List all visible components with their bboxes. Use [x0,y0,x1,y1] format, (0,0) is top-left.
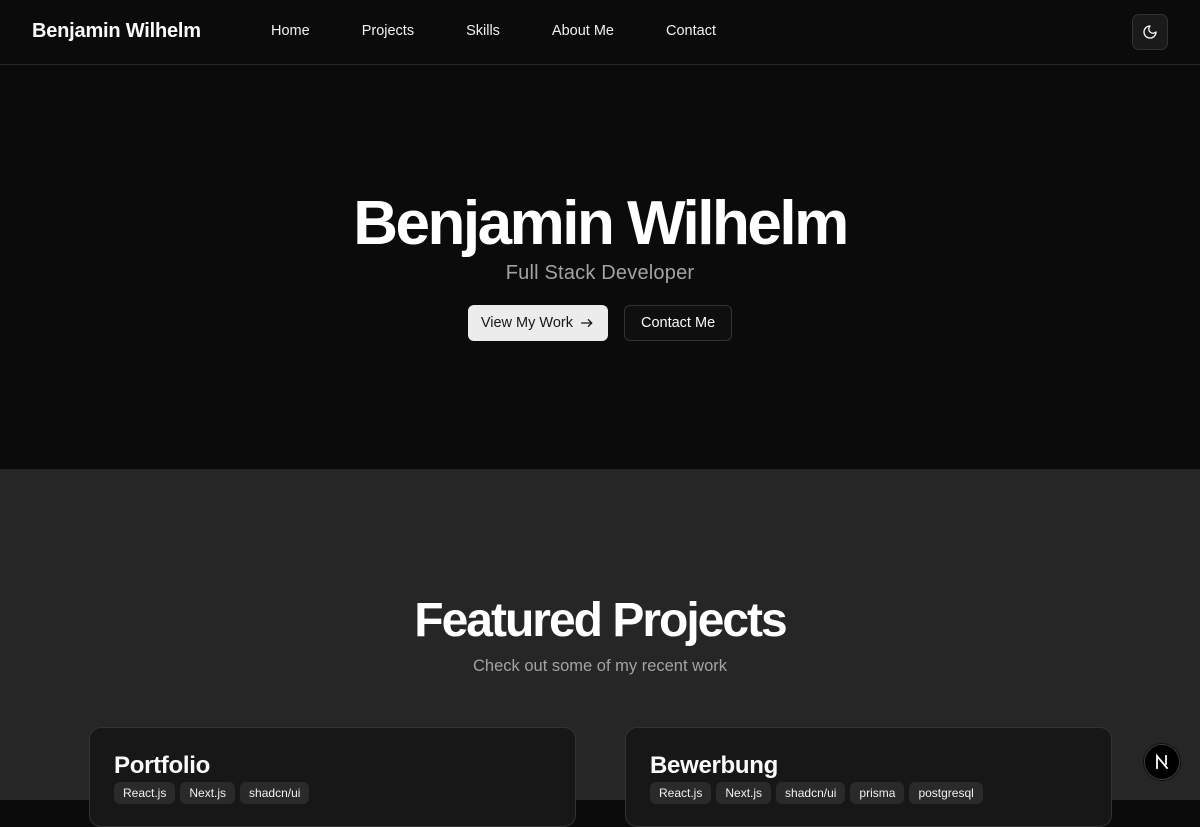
nav-link-skills[interactable]: Skills [466,23,500,39]
hero-subtitle: Full Stack Developer [505,262,695,284]
project-card-title: Bewerbung [650,752,778,779]
main-nav: Home Projects Skills About Me Contact [271,23,768,39]
view-my-work-label: View My Work [480,315,573,331]
project-tags: React.js Next.js shadcn/ui [114,782,310,804]
nav-link-home[interactable]: Home [271,23,310,39]
contact-me-button[interactable]: Contact Me [623,305,733,341]
nextjs-logo-icon [1156,753,1169,770]
tech-tag: shadcn/ui [240,782,310,804]
site-header: Benjamin Wilhelm Home Projects Skills Ab… [0,0,1200,65]
projects-title: Featured Projects [414,594,787,647]
tech-tag: prisma [850,782,905,804]
nav-link-projects[interactable]: Projects [362,23,414,39]
nextjs-dev-indicator[interactable] [1144,744,1180,780]
hero-section: Benjamin Wilhelm Full Stack Developer Vi… [0,65,1200,469]
hero-title: Benjamin Wilhelm [353,189,849,258]
arrow-right-icon [580,319,593,327]
tech-tag: React.js [650,782,712,804]
project-card-portfolio[interactable]: Portfolio React.js Next.js shadcn/ui [89,727,576,827]
project-card-title: Portfolio [114,752,210,779]
contact-me-label: Contact Me [640,315,716,331]
tech-tag: Next.js [716,782,772,804]
projects-section: Featured Projects Check out some of my r… [0,469,1200,827]
tech-tag: Next.js [180,782,236,804]
moon-icon [1143,25,1157,39]
brand-logo[interactable]: Benjamin Wilhelm [32,20,201,43]
project-tags: React.js Next.js shadcn/ui prisma postgr… [650,782,983,804]
nav-link-about[interactable]: About Me [552,23,614,39]
project-card-bewerbung[interactable]: Bewerbung React.js Next.js shadcn/ui pri… [625,727,1112,827]
view-my-work-button[interactable]: View My Work [467,305,608,341]
projects-subtitle: Check out some of my recent work [472,657,727,675]
tech-tag: React.js [114,782,176,804]
tech-tag: postgresql [909,782,983,804]
theme-toggle-button[interactable] [1132,14,1168,50]
nav-link-contact[interactable]: Contact [666,23,716,39]
hero-actions: View My Work Contact Me [0,305,1200,341]
tech-tag: shadcn/ui [776,782,846,804]
